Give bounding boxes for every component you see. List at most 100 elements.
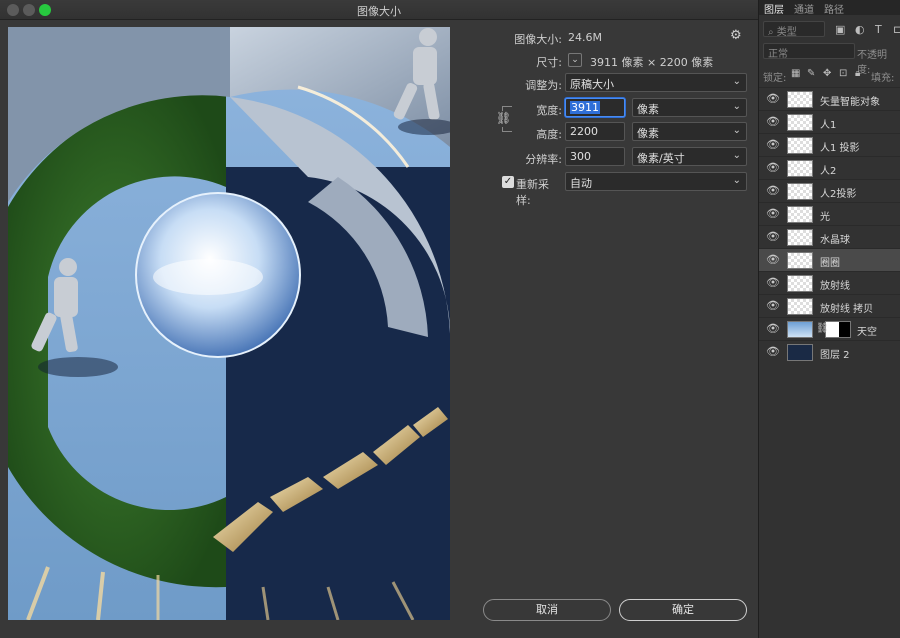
- eye-icon[interactable]: 👁︎: [766, 93, 780, 105]
- layer-row[interactable]: 👁︎ 放射线 拷贝: [759, 294, 900, 317]
- layer-name: 人1 投影: [820, 143, 860, 154]
- layer-thumbnail: [787, 252, 813, 269]
- kind-filter-dropdown[interactable]: ⌕ 类型: [763, 21, 825, 38]
- dimensions-unit-dropdown[interactable]: ⌄: [568, 53, 582, 67]
- chevron-down-icon: ⌄: [732, 76, 741, 87]
- fit-to-value: 原稿大小: [570, 78, 614, 91]
- chevron-down-icon: ⌄: [732, 150, 741, 161]
- eye-icon[interactable]: 👁︎: [766, 208, 780, 220]
- kind-filter-label: 类型: [776, 27, 797, 38]
- fit-to-dropdown[interactable]: 原稿大小 ⌄: [565, 73, 747, 92]
- chevron-down-icon: ⌄: [732, 101, 741, 112]
- lock-artboard-icon[interactable]: ⊡: [839, 68, 847, 79]
- layer-thumbnail: [787, 229, 813, 246]
- layer-row[interactable]: 👁︎ 人1: [759, 110, 900, 133]
- layer-row[interactable]: 👁︎ 圈圈: [759, 248, 900, 271]
- panel-tabs: 图层 通道 路径: [759, 0, 900, 16]
- adjustment-filter-icon[interactable]: ◐: [855, 23, 865, 36]
- ok-button[interactable]: 确定: [619, 599, 747, 621]
- layer-thumbnail: [787, 206, 813, 223]
- layer-name: 圈圈: [820, 258, 840, 269]
- eye-icon[interactable]: 👁︎: [766, 185, 780, 197]
- resolution-unit: 像素/英寸: [637, 152, 685, 165]
- layer-row[interactable]: 👁︎ 人2: [759, 156, 900, 179]
- layer-row[interactable]: 👁︎ 水晶球: [759, 225, 900, 248]
- eye-icon[interactable]: 👁︎: [766, 254, 780, 266]
- eye-icon[interactable]: 👁︎: [766, 231, 780, 243]
- dimensions-label: 尺寸:: [536, 56, 562, 69]
- eye-icon[interactable]: 👁︎: [766, 162, 780, 174]
- eye-icon[interactable]: 👁︎: [766, 139, 780, 151]
- lock-transparent-icon[interactable]: ▦: [791, 68, 800, 79]
- layer-thumbnail: [787, 344, 813, 361]
- search-icon: ⌕: [768, 27, 774, 38]
- resample-dropdown[interactable]: 自动 ⌄: [565, 172, 747, 191]
- layer-row[interactable]: 👁︎ 人1 投影: [759, 133, 900, 156]
- width-value: 3911: [570, 101, 600, 114]
- fill-label: 填充:: [871, 73, 895, 84]
- lock-position-icon[interactable]: ✥: [823, 68, 831, 79]
- image-size-dialog: 图像大小 图像大小: 24.6M ⚙ 尺寸: ⌄ 3911 像素 × 2200 …: [0, 0, 758, 638]
- blend-mode-dropdown[interactable]: 正常: [763, 43, 855, 60]
- resample-checkbox[interactable]: ✓: [502, 176, 514, 188]
- tab-paths[interactable]: 路径: [824, 1, 844, 16]
- checkmark-icon: ✓: [503, 176, 513, 187]
- image-preview[interactable]: [8, 27, 450, 620]
- layer-row[interactable]: 👁︎ 光: [759, 202, 900, 225]
- layer-row[interactable]: 👁︎ 矢量智能对象: [759, 87, 900, 110]
- width-label: 宽度:: [536, 104, 562, 117]
- layer-name: 放射线 拷贝: [820, 304, 874, 315]
- title-bar: 图像大小: [0, 0, 758, 20]
- gear-icon[interactable]: ⚙: [730, 28, 742, 43]
- eye-icon[interactable]: 👁︎: [766, 300, 780, 312]
- layer-row[interactable]: 👁︎ 人2投影: [759, 179, 900, 202]
- resample-value: 自动: [570, 177, 592, 190]
- lock-label: 锁定:: [763, 73, 787, 84]
- type-filter-icon[interactable]: T: [875, 23, 882, 36]
- height-input[interactable]: 2200: [565, 122, 625, 141]
- dimensions-value: 3911 像素 × 2200 像素: [590, 56, 714, 69]
- mask-link-icon[interactable]: ⛓: [816, 323, 829, 334]
- layer-name: 人2: [820, 166, 837, 177]
- cancel-button[interactable]: 取消: [483, 599, 611, 621]
- width-unit-dropdown[interactable]: 像素 ⌄: [632, 98, 747, 117]
- layers-panel: 图层 通道 路径 ⌕ 类型 ▣ ◐ T ⊏ 正常 不透明度: 锁定: ▦ ✎ ✥…: [758, 0, 900, 638]
- height-label: 高度:: [536, 128, 562, 141]
- photoshop-window: 图像大小 图像大小: 24.6M ⚙ 尺寸: ⌄ 3911 像素 × 2200 …: [0, 0, 900, 638]
- layer-name: 光: [820, 212, 830, 223]
- chevron-down-icon: ⌄: [732, 125, 741, 136]
- resolution-input[interactable]: 300: [565, 147, 625, 166]
- tab-channels[interactable]: 通道: [794, 1, 814, 16]
- layer-thumbnail: [787, 114, 813, 131]
- height-unit-dropdown[interactable]: 像素 ⌄: [632, 122, 747, 141]
- width-input[interactable]: 3911: [565, 98, 625, 117]
- layer-row[interactable]: 👁︎ 天空 ⛓: [759, 317, 900, 340]
- tab-layers[interactable]: 图层: [764, 1, 784, 16]
- resolution-unit-dropdown[interactable]: 像素/英寸 ⌄: [632, 147, 747, 166]
- blend-mode-value: 正常: [768, 49, 788, 60]
- resolution-value: 300: [570, 150, 591, 163]
- lock-all-icon[interactable]: 🔒︎: [855, 68, 860, 79]
- image-size-value: 24.6M: [568, 31, 602, 44]
- width-unit: 像素: [637, 103, 659, 116]
- height-value: 2200: [570, 125, 598, 138]
- eye-icon[interactable]: 👁︎: [766, 346, 780, 358]
- layer-row[interactable]: 👁︎ 放射线: [759, 271, 900, 294]
- shape-filter-icon[interactable]: ⊏: [893, 23, 900, 36]
- layer-thumbnail: [787, 298, 813, 315]
- layer-thumbnail: [787, 160, 813, 177]
- image-size-label: 图像大小:: [514, 33, 562, 46]
- eye-icon[interactable]: 👁︎: [766, 116, 780, 128]
- eye-icon[interactable]: 👁︎: [766, 323, 780, 335]
- eye-icon[interactable]: 👁︎: [766, 277, 780, 289]
- layer-thumbnail: [787, 91, 813, 108]
- height-unit: 像素: [637, 127, 659, 140]
- layer-name: 天空: [857, 327, 877, 338]
- layer-row[interactable]: 👁︎ 图层 2: [759, 340, 900, 363]
- layer-name: 矢量智能对象: [820, 97, 880, 108]
- layer-name: 人1: [820, 120, 837, 131]
- layer-name: 图层 2: [820, 350, 850, 361]
- lock-image-icon[interactable]: ✎: [807, 68, 815, 79]
- resample-label: 重新采样:: [516, 178, 549, 207]
- image-filter-icon[interactable]: ▣: [835, 23, 845, 36]
